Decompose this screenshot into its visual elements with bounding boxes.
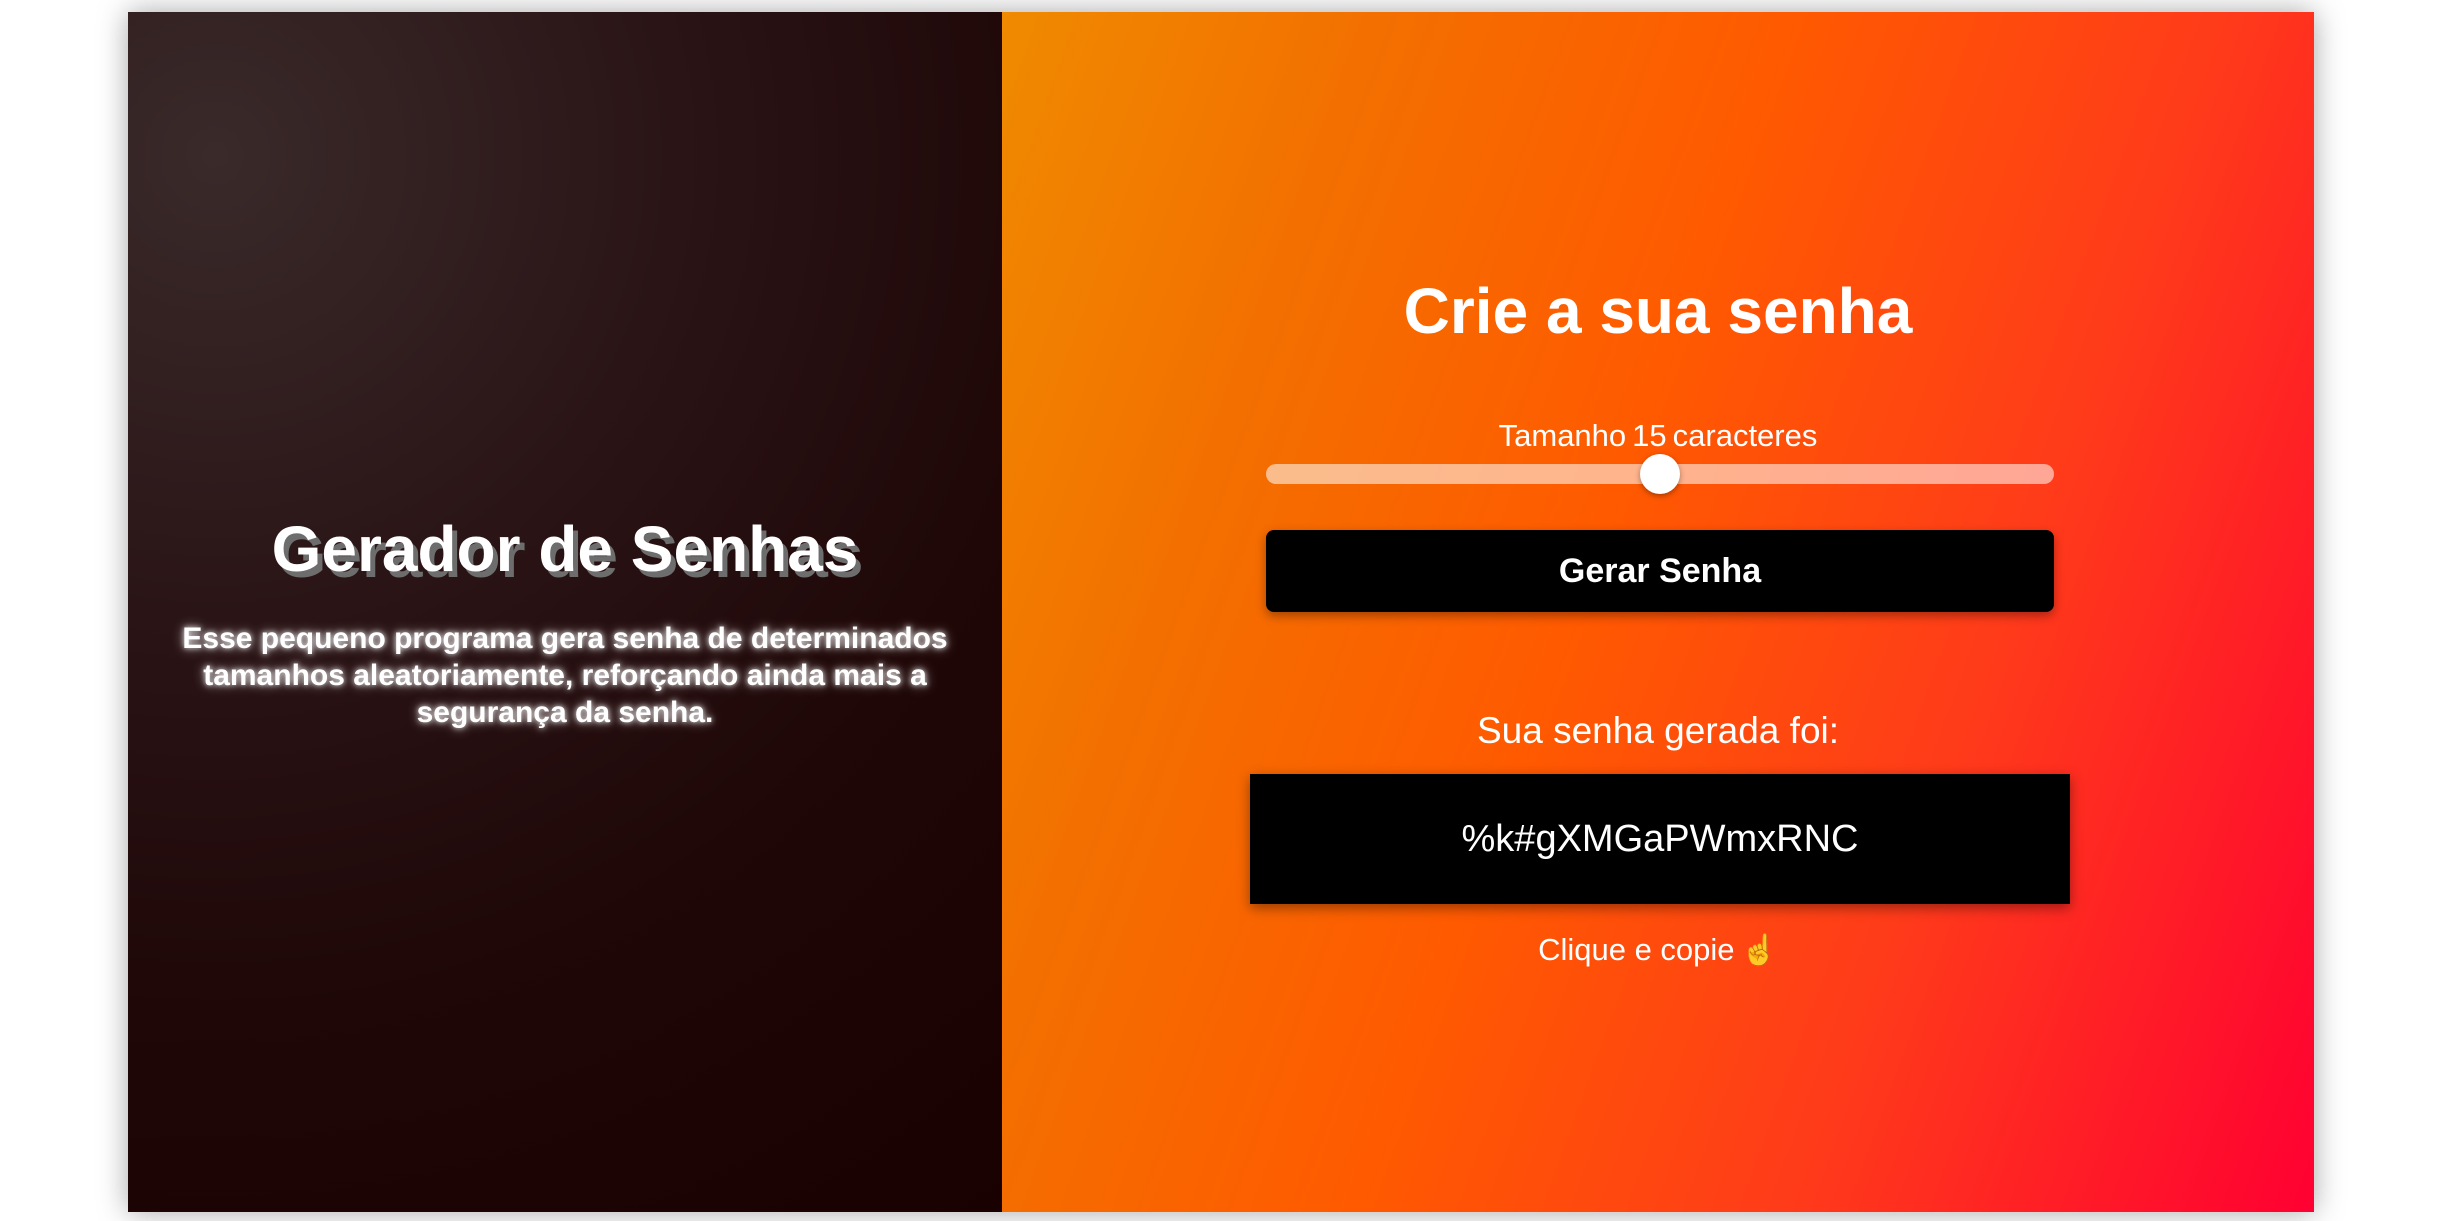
copy-hint-text: Clique e copie: [1538, 932, 1735, 967]
generator-title: Crie a sua senha: [1403, 275, 1913, 347]
password-text: %k#gXMGaPWmxRNC: [1461, 817, 1859, 860]
copy-hint: Clique e copie ☝: [1002, 932, 2314, 968]
generate-password-button[interactable]: Gerar Senha: [1266, 530, 2054, 612]
size-slider-thumb[interactable]: [1640, 454, 1680, 494]
size-label-suffix: caracteres: [1672, 418, 1818, 453]
size-label: Tamanho 15 caracteres: [1002, 418, 2314, 454]
app-description: Esse pequeno programa gera senha de dete…: [182, 622, 948, 729]
pointing-up-hand-icon: ☝: [1740, 934, 1778, 967]
app-title: Gerador de Senhas: [271, 513, 859, 585]
size-label-prefix: Tamanho: [1498, 418, 1627, 453]
size-value: 15: [1632, 418, 1667, 453]
info-panel: Gerador de Senhas Esse pequeno programa …: [128, 12, 1002, 1212]
generator-panel: Crie a sua senha Tamanho 15 caracteres Ger…: [1002, 12, 2314, 1212]
password-generator-card: Gerador de Senhas Esse pequeno programa …: [128, 12, 2314, 1212]
result-label: Sua senha gerada foi:: [1476, 710, 1840, 751]
password-output[interactable]: %k#gXMGaPWmxRNC: [1250, 774, 2070, 904]
